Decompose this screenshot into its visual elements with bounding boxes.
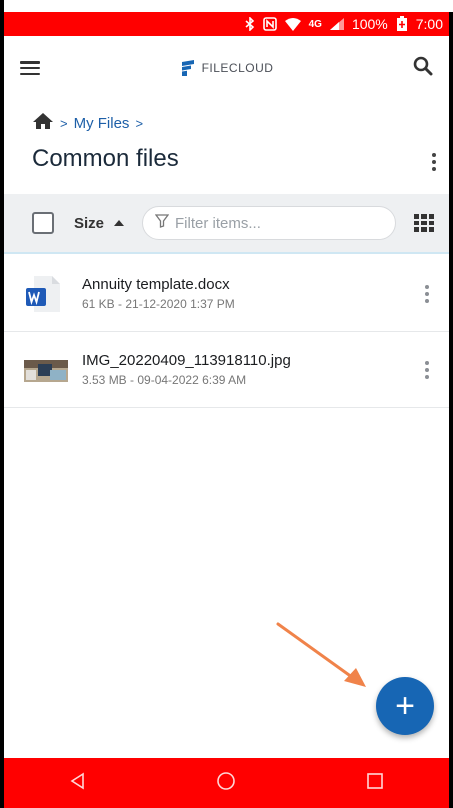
top-strip <box>4 0 453 12</box>
home-icon[interactable] <box>32 112 54 134</box>
back-icon[interactable] <box>69 772 87 795</box>
recents-icon[interactable] <box>366 772 384 795</box>
file-more-options-icon[interactable] <box>417 358 437 382</box>
folder-more-options-icon[interactable] <box>424 150 444 174</box>
network-type-label: 4G <box>308 18 322 30</box>
sort-ascending-icon[interactable] <box>114 220 125 226</box>
grid-view-icon[interactable] <box>414 214 435 232</box>
select-all-checkbox[interactable] <box>32 212 54 234</box>
app-bar: FILECLOUD <box>4 36 449 100</box>
filecloud-logo-icon <box>181 60 194 76</box>
file-name: IMG_20220409_113918110.jpg <box>82 352 291 369</box>
sort-label[interactable]: Size <box>74 215 104 232</box>
battery-percent: 100% <box>351 16 388 32</box>
file-row[interactable]: IMG_20220409_113918110.jpg 3.53 MB - 09-… <box>4 332 449 408</box>
app-window: 4G 100% 7:00 FILECLOUD > My Files > Comm… <box>0 0 453 808</box>
file-more-options-icon[interactable] <box>417 282 437 306</box>
wifi-icon <box>284 17 301 31</box>
toolbar-divider <box>4 252 449 254</box>
image-thumbnail <box>24 350 68 390</box>
navigation-bar <box>4 758 449 808</box>
home-button-icon[interactable] <box>216 771 236 796</box>
breadcrumb-separator: > <box>135 115 144 131</box>
breadcrumb: > My Files > <box>32 112 143 134</box>
search-icon[interactable] <box>413 56 433 81</box>
word-document-icon <box>24 274 64 314</box>
nfc-icon <box>262 17 277 31</box>
signal-icon <box>329 18 344 30</box>
annotation-arrow <box>276 622 366 687</box>
battery-icon <box>396 16 408 32</box>
file-meta: 3.53 MB - 09-04-2022 6:39 AM <box>82 373 247 387</box>
file-row[interactable]: Annuity template.docx 61 KB - 21-12-2020… <box>4 256 449 332</box>
breadcrumb-separator: > <box>60 115 68 131</box>
file-name: Annuity template.docx <box>82 276 230 293</box>
bluetooth-icon <box>245 17 255 31</box>
filecloud-logo: FILECLOUD <box>180 59 274 77</box>
breadcrumb-my-files[interactable]: My Files <box>74 115 130 132</box>
status-bar: 4G 100% 7:00 <box>4 12 449 36</box>
page-title: Common files <box>32 145 179 172</box>
clock: 7:00 <box>415 16 443 32</box>
filter-input[interactable] <box>175 214 376 232</box>
filter-icon <box>154 213 170 233</box>
filter-field <box>142 206 397 240</box>
add-button[interactable]: + <box>376 677 434 735</box>
list-toolbar: Size <box>4 194 449 252</box>
menu-icon[interactable] <box>20 61 40 75</box>
logo-text: FILECLOUD <box>201 61 274 75</box>
file-meta: 61 KB - 21-12-2020 1:37 PM <box>82 297 235 311</box>
